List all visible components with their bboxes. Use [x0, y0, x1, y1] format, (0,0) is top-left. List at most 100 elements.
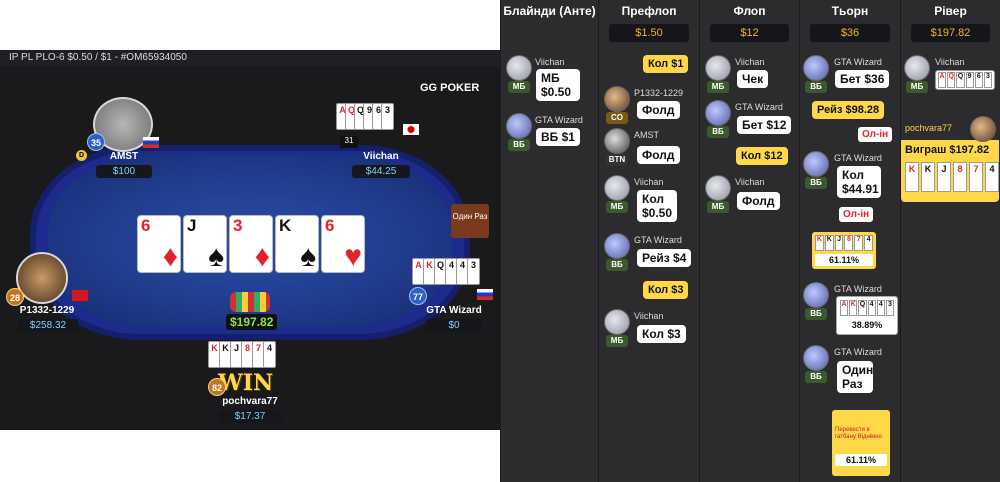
flag-china-icon	[72, 290, 88, 301]
board-card-1: 6 ♦	[137, 215, 181, 273]
player-name-p1332: P1332-1229	[19, 305, 75, 316]
equity-percent: 61.11%	[815, 254, 873, 266]
position-badge: МБ	[508, 81, 530, 93]
action-bubble: Фолд	[737, 192, 780, 210]
column-river: Рівер $197.82 МБ Viichan AQQ963 pochvara…	[900, 0, 1000, 482]
avatar-p1332	[604, 86, 630, 112]
player-name: Viichan	[634, 177, 664, 187]
column-title: Флоп	[733, 4, 766, 18]
hand-history-panel: Блайнди (Анте) МБ Viichan МБ $0.50 ВБ GT…	[500, 0, 1000, 482]
player-name-viichan: Viichan	[363, 151, 399, 162]
pot-display: $1.50	[609, 24, 689, 42]
action-bubble: Бет $12	[737, 116, 792, 134]
position-badge: CO	[606, 112, 628, 124]
avatar-gta-wizard	[803, 282, 829, 308]
player-name-amst: AMST	[109, 151, 139, 162]
player-name: GTA Wizard	[834, 347, 882, 357]
position-badge: BTN	[606, 154, 628, 166]
position-badge: ВБ	[606, 259, 628, 271]
player-name: GTA Wizard	[834, 57, 882, 67]
position-badge: МБ	[606, 335, 628, 347]
position-badge: ВБ	[805, 177, 827, 189]
action-bubble: Кол $0.50	[637, 190, 677, 222]
player-name-gta: GTA Wizard	[426, 305, 482, 316]
action-bubble: Чек	[737, 70, 769, 88]
all-in-tag: Ол-ін	[858, 127, 893, 142]
level-badge: 28	[6, 288, 24, 306]
hero-action-bubble: Рейз $98.28	[812, 101, 885, 119]
shown-cards: AQQ963	[935, 70, 995, 90]
hero-action-bubble: Кол $3	[643, 281, 689, 299]
position-badge: ВБ	[805, 81, 827, 93]
run-it-note-box: Перевести в гатбану Віднімно 61.11%	[832, 410, 890, 476]
dealer-button: D	[76, 150, 87, 161]
level-badge: 35	[87, 133, 105, 151]
pot-display: $36	[810, 24, 890, 42]
avatar-viichan	[705, 55, 731, 81]
avatar-gta-wizard	[705, 100, 731, 126]
position-badge: МБ	[606, 201, 628, 213]
position-badge: МБ	[906, 81, 928, 93]
column-title: Тьорн	[831, 4, 869, 18]
board-card-5: 6 ♥	[321, 215, 365, 273]
player-name: Viichan	[935, 57, 965, 67]
player-name: GTA Wizard	[634, 235, 682, 245]
run-once-button[interactable]: Один Раз	[451, 204, 489, 238]
level-badge: 82	[208, 378, 226, 396]
player-name: GTA Wizard	[834, 153, 882, 163]
action-bubble: Один Раз	[837, 361, 873, 393]
action-bubble: Фолд	[637, 146, 680, 164]
player-stack-pochvara: $17.37	[218, 410, 282, 423]
player-stack-gta: $0	[426, 319, 482, 332]
table-header: IP PL PLO-6 $0.50 / $1 - #OM65934050	[0, 50, 500, 66]
player-name: GTA Wizard	[834, 284, 882, 294]
column-turn: Тьорн $36 ВБ GTA Wizard Бет $36 Рейз $98…	[799, 0, 900, 482]
avatar-gta-wizard	[803, 151, 829, 177]
board-card-3: 3 ♦	[229, 215, 273, 273]
player-name: GTA Wizard	[735, 102, 783, 112]
position-badge: ВБ	[707, 126, 729, 138]
equity-percent: 38.89%	[840, 319, 894, 331]
board-card-4: K ♠	[275, 215, 319, 273]
position-badge: ВБ	[508, 139, 530, 151]
column-title: Рівер	[934, 4, 967, 18]
winner-avatar	[970, 116, 996, 142]
action-bubble: Фолд	[637, 101, 680, 119]
avatar-gta-wizard	[604, 233, 630, 259]
note-text: Перевести в гатбану Віднімно	[835, 427, 882, 440]
column-preflop: Префлоп $1.50 Кол $1 CO P1332-1229 Фолд …	[598, 0, 699, 482]
player-name: GTA Wizard	[535, 115, 583, 125]
column-flop: Флоп $12 МБ Viichan Чек ВБ GTA Wizard Бе…	[699, 0, 799, 482]
all-in-tag: Ол-ін	[839, 207, 874, 222]
player-name: Viichan	[735, 57, 765, 67]
player-stack-p1332: $258.32	[18, 319, 78, 332]
action-bubble: Кол $44.91	[837, 166, 881, 198]
avatar-viichan	[506, 55, 532, 81]
level-badge: 77	[409, 287, 427, 305]
column-blinds: Блайнди (Анте) МБ Viichan МБ $0.50 ВБ GT…	[500, 0, 598, 482]
position-badge: ВБ	[805, 308, 827, 320]
flag-russia-icon	[477, 289, 493, 300]
avatar-gta-wizard	[803, 345, 829, 371]
level-badge: 31	[340, 136, 358, 148]
winner-cards: K K J 8 7 4	[905, 162, 999, 192]
win-banner: WIN	[218, 370, 274, 396]
player-name: Viichan	[535, 57, 565, 67]
winner-box: pochvara77 Виграш $197.82 K K J 8 7 4	[901, 114, 999, 202]
player-name-pochvara: pochvara77	[222, 396, 278, 407]
flag-russia-icon	[143, 137, 159, 148]
player-name: AMST	[634, 130, 660, 140]
avatar-gta-wizard	[506, 113, 532, 139]
action-bubble: МБ $0.50	[536, 69, 580, 101]
avatar-viichan	[705, 175, 731, 201]
flag-japan-icon	[403, 124, 419, 135]
player-name: Viichan	[634, 311, 664, 321]
villain-equity-box: AKQ443 38.89%	[836, 296, 898, 335]
winner-name: pochvara77	[905, 123, 953, 133]
column-title: Префлоп	[621, 4, 677, 18]
avatar-gta-wizard	[803, 55, 829, 81]
column-title: Блайнди (Анте)	[503, 4, 596, 18]
ggpoker-logo: GG POKER	[420, 82, 480, 94]
hero-equity-box: KKJ874 61.11%	[812, 232, 876, 269]
position-badge: МБ	[707, 81, 729, 93]
